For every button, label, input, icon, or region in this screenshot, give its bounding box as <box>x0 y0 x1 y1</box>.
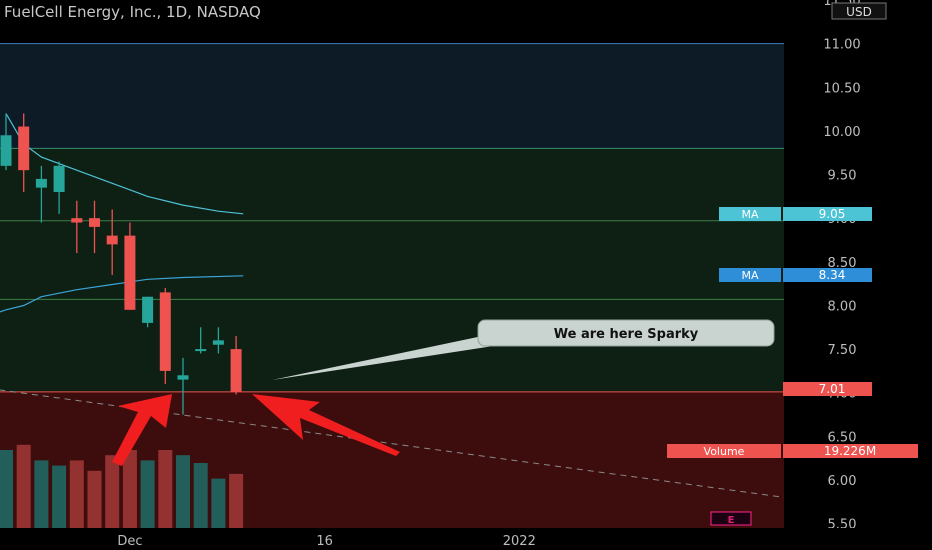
price-tick-7: 8.00 <box>828 299 857 314</box>
candle-body-4 <box>71 218 83 223</box>
volume-bar-6 <box>105 455 120 528</box>
current-price-value: 7.01 <box>819 382 846 396</box>
volume-bar-8 <box>140 460 155 528</box>
candle-body-8 <box>142 296 154 323</box>
ma-fast-name: MA <box>741 208 758 221</box>
volume-bar-10 <box>176 455 190 528</box>
ma-slow-name: MA <box>741 269 758 282</box>
candle-body-5 <box>89 218 100 227</box>
ma-fast-label: MA 9.05 <box>719 207 872 221</box>
volume-bar-5 <box>87 470 102 528</box>
callout-text: We are here Sparky <box>554 327 699 342</box>
time-tick-1: 16 <box>316 534 333 549</box>
zone-0 <box>0 43 784 149</box>
chart-title: FuelCell Energy, Inc., 1D, NASDAQ <box>4 3 261 21</box>
earnings-badge[interactable]: E <box>710 511 752 526</box>
candle-body-1 <box>18 126 30 171</box>
candle-body-12 <box>212 340 224 345</box>
candle-body-9 <box>159 292 171 371</box>
ma-slow-value: 8.34 <box>819 268 846 282</box>
time-tick-2: 2022 <box>503 534 536 549</box>
volume-bar-0 <box>0 450 13 528</box>
volume-name: Volume <box>704 445 745 458</box>
zone-1 <box>0 148 784 221</box>
volume-bar-3 <box>52 465 67 528</box>
volume-bar-12 <box>211 478 226 528</box>
volume-bar-13 <box>229 473 244 528</box>
price-chart[interactable]: We are here Sparky 11.5011.0010.5010.009… <box>0 0 932 550</box>
ma-fast-value: 9.05 <box>819 207 846 221</box>
volume-bar-1 <box>16 444 31 528</box>
volume-bar-11 <box>193 463 208 528</box>
zone-2 <box>0 220 784 300</box>
volume-value: 19.226M <box>824 444 876 458</box>
candle-body-13 <box>230 349 242 392</box>
volume-bar-2 <box>34 460 49 528</box>
candle-body-6 <box>106 235 118 245</box>
price-tick-8: 7.50 <box>828 343 857 358</box>
price-tick-4: 9.50 <box>828 169 857 184</box>
price-tick-11: 6.00 <box>828 474 857 489</box>
candle-body-3 <box>53 165 65 192</box>
price-tick-1: 11.00 <box>823 38 860 53</box>
candle-body-7 <box>124 235 136 310</box>
candle-body-10 <box>177 375 189 380</box>
ma-slow-label: MA 8.34 <box>719 268 872 282</box>
currency-label: USD <box>846 5 872 19</box>
candle-body-11 <box>195 349 207 352</box>
volume-bar-7 <box>122 450 137 528</box>
volume-label: Volume 19.226M <box>667 444 918 458</box>
candle-body-0 <box>0 135 12 166</box>
volume-bar-4 <box>69 460 84 528</box>
time-tick-0: Dec <box>117 534 142 549</box>
price-tick-3: 10.00 <box>823 125 860 140</box>
volume-bar-9 <box>158 450 173 528</box>
current-price-label: 7.01 <box>783 382 872 396</box>
price-tick-2: 10.50 <box>823 81 860 96</box>
earnings-badge-text: E <box>728 515 735 526</box>
candle-body-2 <box>35 178 47 188</box>
